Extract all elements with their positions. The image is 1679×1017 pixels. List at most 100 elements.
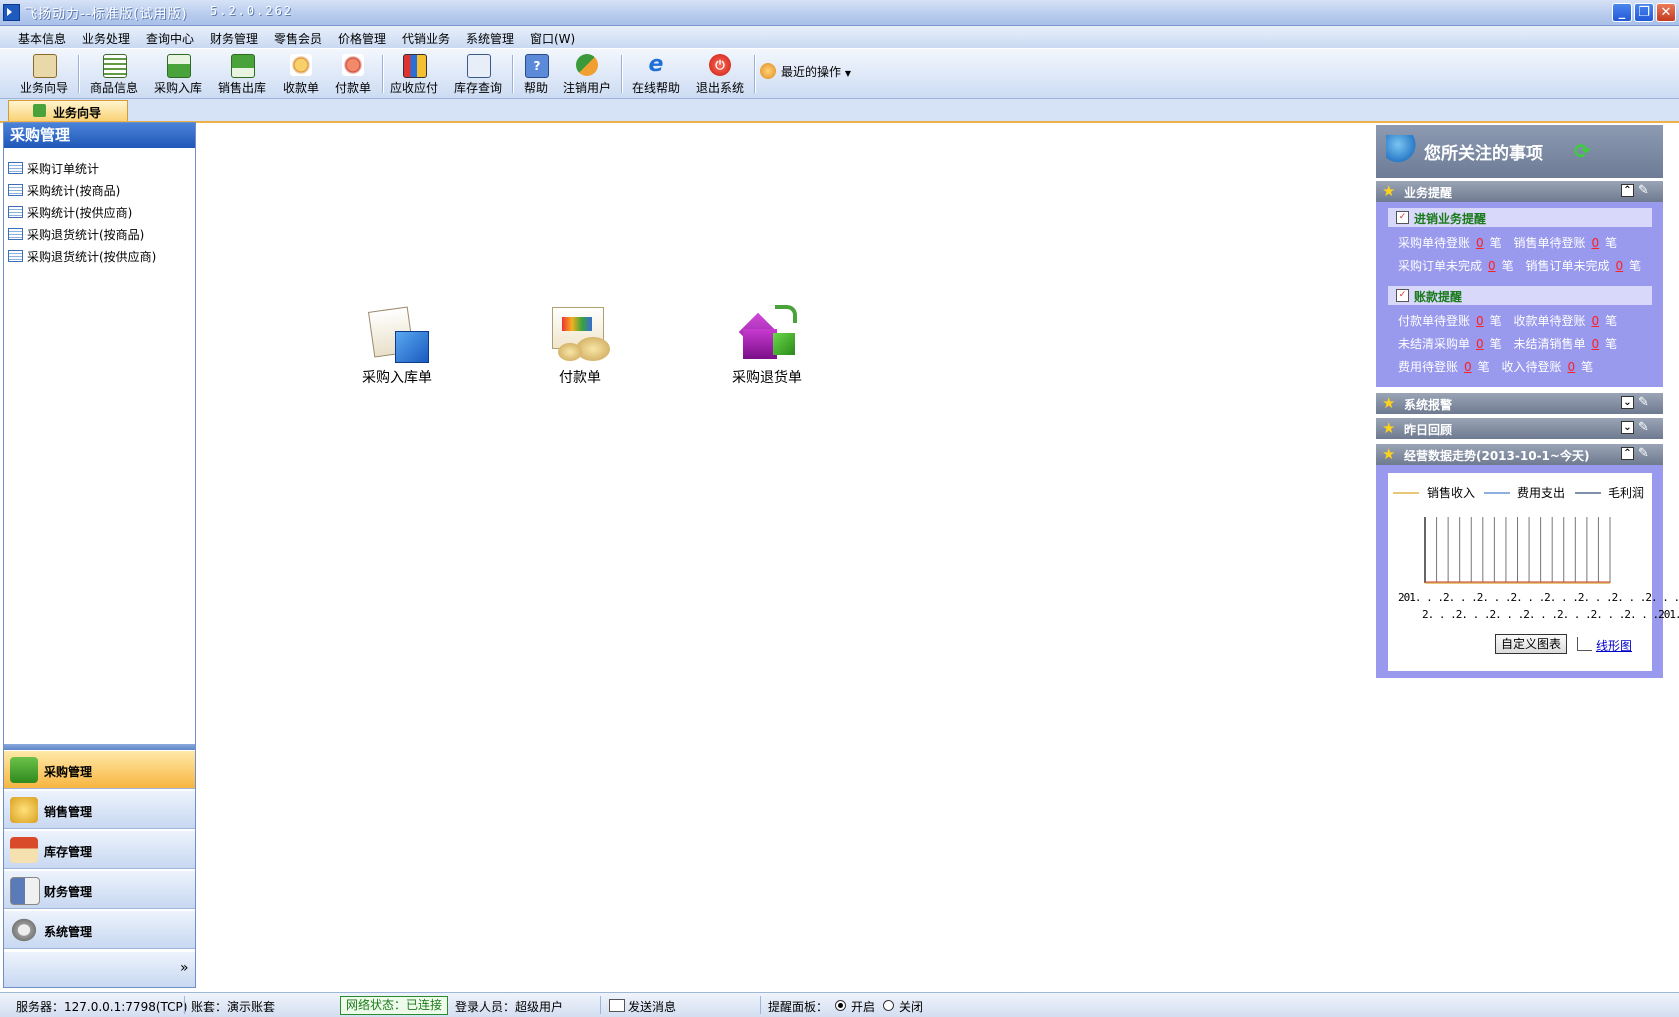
star-icon: ★ (1382, 445, 1396, 463)
nav-finance[interactable]: 财务管理 (4, 870, 195, 909)
count-link[interactable]: 0 (1488, 259, 1496, 273)
tool-online-help[interactable]: e 在线帮助 (628, 52, 684, 96)
tool-purchase-in[interactable]: 采购入库 (148, 52, 208, 96)
x-axis-labels-row2: 2. . .2. . .2. . .2. . .2. . .2. . .2. .… (1422, 608, 1679, 621)
window-version: 5.2.0.262 (210, 4, 294, 18)
remind-panel-label: 提醒面板： (768, 1000, 829, 1014)
shortcut-purchase-in[interactable]: 采购入库单 (342, 305, 452, 405)
count-link[interactable]: 0 (1568, 360, 1576, 374)
remind-on-radio[interactable] (835, 1000, 846, 1011)
star-icon: ★ (1382, 419, 1396, 437)
purchase-return-icon (735, 305, 799, 365)
nav-purchase[interactable]: 采购管理 (4, 750, 195, 789)
menu-basic-info[interactable]: 基本信息 (18, 30, 66, 47)
stock-out-icon (231, 54, 255, 78)
collapse-icon[interactable]: ⌃ (1621, 184, 1634, 197)
expand-icon[interactable]: ⌄ (1621, 396, 1634, 409)
tool-stock-query[interactable]: 库存查询 (450, 52, 506, 96)
pin-icon[interactable]: ✎ (1638, 420, 1652, 435)
tool-sales-out[interactable]: 销售出库 (212, 52, 272, 96)
report-icon (8, 250, 23, 262)
dropdown-arrow-icon: ▼ (844, 69, 851, 78)
maximize-button[interactable]: ❐ (1634, 3, 1654, 22)
recent-ops-button[interactable]: 最近的操作 ▼ (781, 63, 851, 80)
sub-trade-reminder: ✓ 进销业务提醒 (1388, 208, 1652, 227)
nav-sales[interactable]: 销售管理 (4, 790, 195, 829)
checklist-icon: ✓ (1396, 289, 1409, 302)
nav-inventory[interactable]: 库存管理 (4, 830, 195, 869)
refresh-icon[interactable]: ⟳ (1574, 139, 1591, 163)
report-item-return-by-product[interactable]: 采购退货统计(按商品) (8, 225, 188, 243)
count-link[interactable]: 0 (1476, 236, 1484, 250)
section-system-alarm[interactable]: ★ 系统报警 ⌄ ✎ (1376, 393, 1663, 414)
count-link[interactable]: 0 (1464, 360, 1472, 374)
menu-finance[interactable]: 财务管理 (210, 30, 258, 47)
remind-off-radio[interactable] (883, 1000, 894, 1011)
report-item-by-product[interactable]: 采购统计(按商品) (8, 181, 188, 199)
report-icon (8, 206, 23, 218)
recent-icon (760, 63, 776, 79)
menu-business[interactable]: 业务处理 (82, 30, 130, 47)
id-card-icon (10, 877, 40, 905)
menu-query-center[interactable]: 查询中心 (146, 30, 194, 47)
monitor-icon (467, 54, 491, 78)
count-link[interactable]: 0 (1476, 314, 1484, 328)
section-business-trend[interactable]: ★ 经营数据走势(2013-10-1~今天) ⌃ ✎ (1376, 444, 1663, 465)
warehouse-icon (10, 837, 38, 863)
tool-help[interactable]: ? 帮助 (518, 52, 554, 96)
status-network: 网络状态：已连接 (340, 996, 449, 1015)
remind-on-label: 开启 (851, 1000, 876, 1014)
tab-business-guide[interactable]: 业务向导 (8, 100, 128, 121)
menu-consignment[interactable]: 代销业务 (402, 30, 450, 47)
menu-price[interactable]: 价格管理 (338, 30, 386, 47)
count-link[interactable]: 0 (1592, 337, 1600, 351)
report-item-order-stats[interactable]: 采购订单统计 (8, 159, 188, 177)
nav-overflow[interactable]: » (4, 952, 195, 987)
reminder-line-4: 未结清采购单 0 笔 未结清销售单 0 笔 (1398, 337, 1618, 351)
section-yesterday-review[interactable]: ★ 昨日回顾 ⌄ ✎ (1376, 418, 1663, 439)
count-link[interactable]: 0 (1476, 337, 1484, 351)
pin-icon[interactable]: ✎ (1638, 446, 1652, 461)
custom-chart-button[interactable]: 自定义图表 (1495, 634, 1567, 654)
count-link[interactable]: 0 (1592, 236, 1600, 250)
pin-icon[interactable]: ✎ (1638, 183, 1652, 198)
pin-icon[interactable]: ✎ (1638, 395, 1652, 410)
collapse-icon[interactable]: ⌃ (1621, 447, 1634, 460)
line-chart-link[interactable]: 线形图 (1596, 637, 1632, 654)
tool-product-info[interactable]: 商品信息 (84, 52, 144, 96)
reminder-line-1: 采购单待登账 0 笔 销售单待登账 0 笔 (1398, 236, 1618, 250)
tool-exit[interactable]: ⏻ 退出系统 (692, 52, 748, 96)
tool-guide[interactable]: 业务向导 (14, 52, 74, 96)
expand-icon[interactable]: ⌄ (1621, 421, 1634, 434)
tool-logout[interactable]: 注销用户 (560, 52, 614, 96)
coin-in-icon (290, 54, 312, 76)
bar-chart-icon (403, 54, 427, 78)
count-link[interactable]: 0 (1616, 259, 1624, 273)
legend-sales: 销售收入 (1427, 486, 1476, 500)
reminder-line-5: 费用待登账 0 笔 收入待登账 0 笔 (1398, 360, 1594, 374)
count-link[interactable]: 0 (1592, 314, 1600, 328)
report-item-return-by-supplier[interactable]: 采购退货统计(按供应商) (8, 247, 188, 265)
legend-swatch-expense (1484, 492, 1510, 494)
gear-icon (10, 917, 38, 943)
shortcut-purchase-return[interactable]: 采购退货单 (712, 305, 822, 405)
tool-payment[interactable]: 付款单 (328, 52, 378, 96)
legend-swatch-sales (1393, 492, 1419, 494)
reminder-line-3: 付款单待登账 0 笔 收款单待登账 0 笔 (1398, 314, 1618, 328)
status-server: 服务器：127.0.0.1:7798(TCP) (16, 1000, 188, 1014)
report-item-by-supplier[interactable]: 采购统计(按供应商) (8, 203, 188, 221)
menu-retail[interactable]: 零售会员 (274, 30, 322, 47)
remind-off-label: 关闭 (899, 1000, 924, 1014)
shortcut-payment[interactable]: 付款单 (525, 305, 635, 405)
menu-system[interactable]: 系统管理 (466, 30, 514, 47)
payment-icon (548, 305, 612, 365)
legend-swatch-profit (1575, 492, 1601, 494)
tool-receipt[interactable]: 收款单 (276, 52, 326, 96)
send-message-button[interactable]: 发送消息 (628, 998, 676, 1015)
nav-system[interactable]: 系统管理 (4, 910, 195, 949)
section-business-reminder[interactable]: ★ 业务提醒 ⌃ ✎ (1376, 181, 1663, 202)
tool-receivable-payable[interactable]: 应收应付 (386, 52, 442, 96)
close-button[interactable]: ✕ (1656, 3, 1676, 22)
minimize-button[interactable]: _ (1612, 3, 1632, 22)
menu-window[interactable]: 窗口(W) (530, 30, 575, 47)
